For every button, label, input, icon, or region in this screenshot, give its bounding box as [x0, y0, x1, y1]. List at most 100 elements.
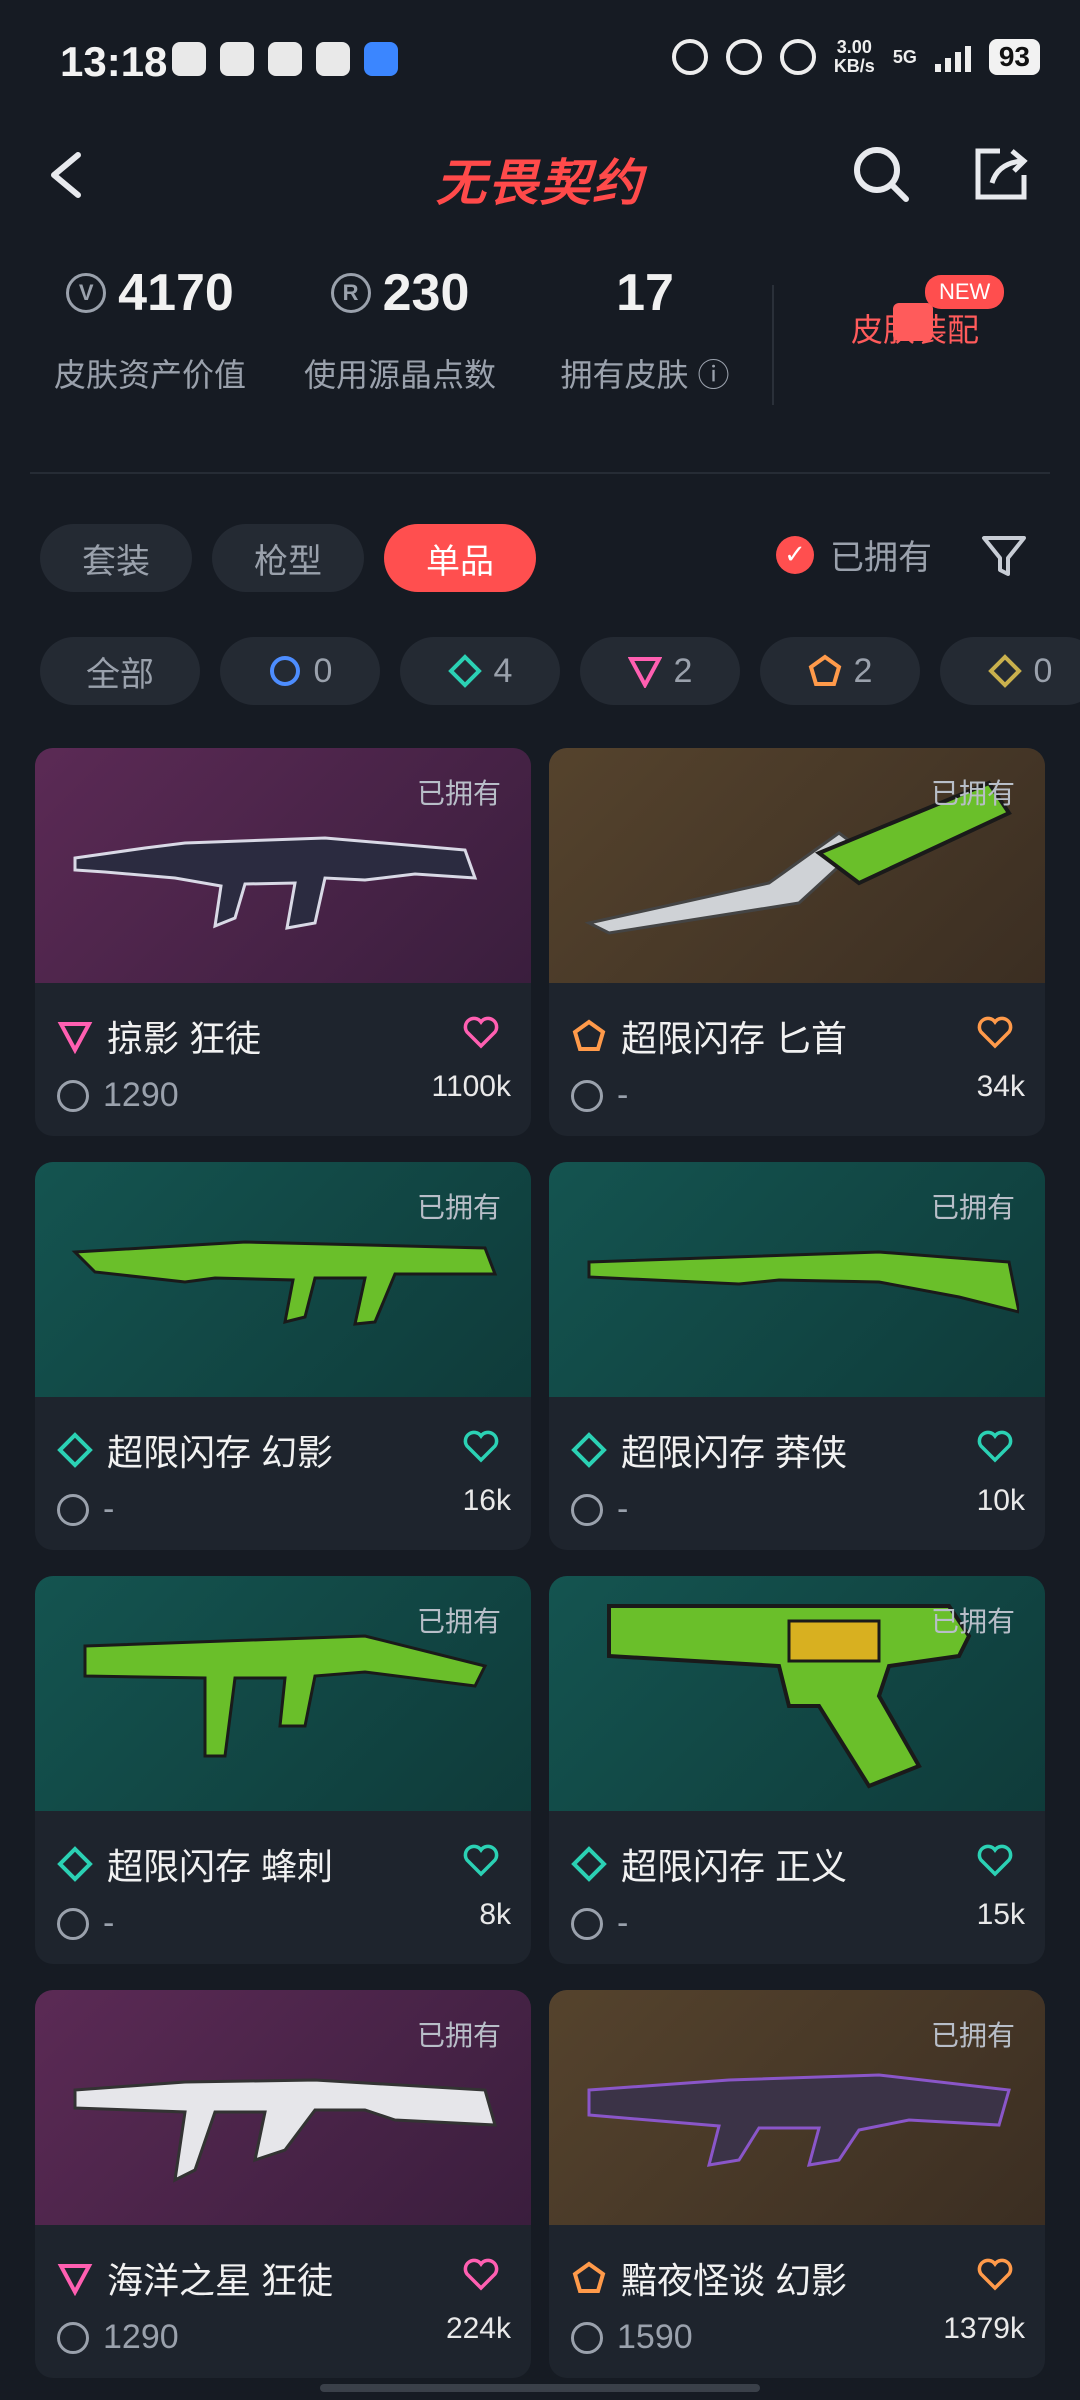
shotgun-image — [587, 1250, 1019, 1314]
tier-chip-premium[interactable]: 2 — [580, 637, 740, 705]
exclusive-tier-icon — [808, 654, 841, 686]
app-notification-icon — [364, 42, 398, 76]
skin-image: 已拥有 — [549, 748, 1045, 983]
premium-tier-icon — [627, 657, 662, 688]
asset-value-stat: V 4170 皮肤资产价值 — [53, 263, 246, 394]
skin-card[interactable]: 已拥有 海洋之星 狂徒 1290 224k — [35, 1990, 531, 2378]
skin-card[interactable]: 已拥有 超限闪存 莽侠 - 10k — [549, 1162, 1045, 1550]
skin-name: 超限闪存 匕首 — [621, 1018, 848, 1059]
skin-card[interactable]: 已拥有 超限闪存 正义 - 15k — [549, 1576, 1045, 1964]
rifle-image — [73, 2078, 498, 2183]
like-count: 34k — [976, 1070, 1025, 1103]
skin-card[interactable]: 已拥有 超限闪存 幻影 - 16k — [35, 1162, 531, 1550]
rifle-image — [71, 1240, 498, 1326]
skin-image: 已拥有 — [549, 1990, 1045, 2225]
tab-single-items[interactable]: 单品 — [384, 524, 536, 592]
valorant-points-icon — [57, 2321, 89, 2354]
status-bar: 13:18 3.00 KB/s 5G 93 — [0, 0, 1080, 125]
skin-loadout-button[interactable]: NEW 皮肤装配 — [820, 265, 1010, 351]
deluxe-tier-icon — [57, 1432, 93, 1468]
like-count: 1379k — [943, 2312, 1025, 2345]
tier-chip-select[interactable]: 0 — [220, 637, 380, 705]
select-tier-icon — [269, 656, 300, 686]
heart-icon[interactable] — [975, 2254, 1015, 2294]
skin-name: 超限闪存 正义 — [621, 1846, 848, 1887]
like-count: 1100k — [431, 1070, 511, 1103]
skin-card[interactable]: 已拥有 掠影 狂徒 1290 1100k — [35, 748, 531, 1136]
mute-icon — [779, 39, 816, 75]
skin-price: - — [103, 1904, 115, 1942]
signal-icon — [934, 42, 971, 72]
skin-card[interactable]: 已拥有 黯夜怪谈 幻影 1590 1379k — [549, 1990, 1045, 2378]
skin-card[interactable]: 已拥有 超限闪存 匕首 - 34k — [549, 748, 1045, 1136]
stats-summary: V 4170 皮肤资产价值 R 230 使用源晶点数 17 拥有皮肤 ⓘ NEW… — [0, 255, 1080, 415]
radianite-stat: R 230 使用源晶点数 — [303, 263, 496, 394]
valorant-points-icon — [57, 1079, 89, 1112]
skin-name: 海洋之星 狂徒 — [107, 2260, 334, 2301]
deluxe-tier-icon — [571, 1846, 607, 1882]
like-count: 16k — [462, 1484, 511, 1517]
tier-chip-all[interactable]: 全部 — [40, 637, 200, 705]
like-count: 8k — [479, 1898, 511, 1931]
valorant-points-icon: V — [66, 272, 107, 313]
skin-name: 黯夜怪谈 幻影 — [621, 2260, 848, 2301]
deluxe-tier-icon — [447, 654, 482, 688]
briefcase-icon — [893, 303, 933, 341]
owned-skins-stat: 17 拥有皮肤 ⓘ — [560, 263, 730, 394]
battery-indicator: 93 — [988, 39, 1040, 75]
new-badge: NEW — [925, 275, 1005, 309]
skin-price: 1590 — [617, 2318, 693, 2356]
heart-icon[interactable] — [975, 1012, 1015, 1052]
tier-chip-ultra[interactable]: 0 — [940, 637, 1080, 705]
tier-chip-exclusive[interactable]: 2 — [760, 637, 920, 705]
heart-icon[interactable] — [461, 2254, 501, 2294]
home-indicator — [320, 2384, 760, 2392]
skin-image: 已拥有 — [549, 1576, 1045, 1811]
valorant-points-icon — [571, 2321, 603, 2354]
deluxe-tier-icon — [57, 1846, 93, 1882]
skin-name: 超限闪存 莽侠 — [621, 1432, 848, 1473]
like-count: 15k — [976, 1898, 1025, 1931]
network-type: 5G — [892, 46, 917, 67]
tier-chip-deluxe[interactable]: 4 — [400, 637, 560, 705]
heart-icon[interactable] — [461, 1840, 501, 1880]
status-indicators: 3.00 KB/s 5G 93 — [671, 38, 1040, 76]
heart-icon[interactable] — [975, 1840, 1015, 1880]
skin-name: 掠影 狂徒 — [107, 1018, 262, 1059]
speedometer-icon — [725, 39, 762, 75]
skin-name: 超限闪存 幻影 — [107, 1432, 334, 1473]
tab-weapon-type[interactable]: 枪型 — [212, 524, 364, 592]
skin-card[interactable]: 已拥有 超限闪存 蜂刺 - 8k — [35, 1576, 531, 1964]
back-arrow-icon[interactable] — [40, 145, 100, 205]
heart-icon[interactable] — [461, 1426, 501, 1466]
like-count: 10k — [976, 1484, 1025, 1517]
skin-image: 已拥有 — [549, 1162, 1045, 1397]
tab-bundles[interactable]: 套装 — [40, 524, 192, 592]
app-header: 无畏契约 — [0, 125, 1080, 235]
skin-image: 已拥有 — [35, 1990, 531, 2225]
alarm-icon — [671, 39, 708, 75]
valorant-points-icon — [57, 1907, 89, 1940]
tier-filter-chips: 全部 0 4 2 2 0 — [40, 637, 1080, 705]
premium-tier-icon — [57, 2264, 93, 2296]
owned-filter-toggle[interactable]: ✓ 已拥有 — [776, 530, 932, 579]
valorant-points-icon — [57, 1493, 89, 1526]
filter-icon[interactable] — [978, 530, 1030, 582]
skin-price: - — [617, 1904, 629, 1942]
heart-icon[interactable] — [975, 1426, 1015, 1466]
heart-icon[interactable] — [461, 1012, 501, 1052]
search-icon[interactable] — [850, 143, 912, 205]
app-notification-icon — [172, 42, 206, 76]
exclusive-tier-icon — [572, 2261, 606, 2293]
skin-price: - — [617, 1076, 629, 1114]
ultra-tier-icon — [987, 654, 1022, 688]
premium-tier-icon — [57, 1022, 93, 1054]
checkmark-icon: ✓ — [776, 535, 814, 574]
deluxe-tier-icon — [571, 1432, 607, 1468]
like-count: 224k — [445, 2312, 511, 2345]
valorant-points-icon — [571, 1907, 603, 1940]
exclusive-tier-icon — [572, 1019, 606, 1051]
share-icon[interactable] — [970, 143, 1032, 205]
app-notification-icon — [268, 42, 302, 76]
skin-price: 1290 — [103, 2318, 179, 2356]
